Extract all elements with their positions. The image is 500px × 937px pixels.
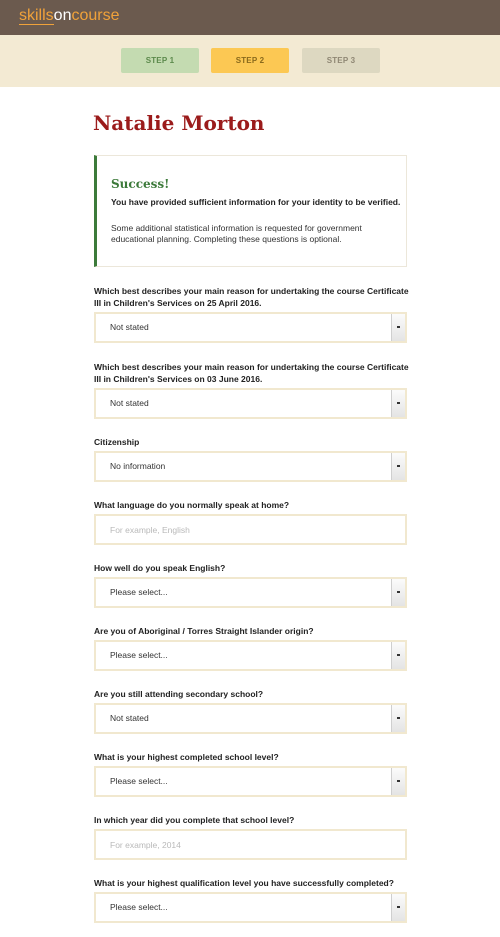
logo-course: course: [71, 7, 120, 24]
select-citizenship[interactable]: No information: [94, 451, 407, 482]
select-school-level[interactable]: Please select...: [94, 766, 407, 797]
logo-on: on: [53, 7, 72, 24]
question-label-citizenship: Citizenship: [94, 437, 140, 447]
step-1[interactable]: STEP 1: [121, 48, 199, 73]
select-value: Not stated: [110, 322, 149, 332]
language-input[interactable]: [96, 516, 405, 543]
dropdown-arrow-icon[interactable]: [391, 390, 405, 417]
steps-band: STEP 1 STEP 2 STEP 3: [0, 35, 500, 87]
page-title: Natalie Morton: [93, 111, 265, 135]
question-label-aboriginal: Are you of Aboriginal / Torres Straight …: [94, 626, 314, 636]
select-qualification[interactable]: Please select...: [94, 892, 407, 923]
year-input[interactable]: [96, 831, 405, 858]
select-value: Not stated: [110, 398, 149, 408]
dropdown-arrow-icon[interactable]: [391, 579, 405, 606]
dropdown-arrow-icon[interactable]: [391, 314, 405, 341]
step-3[interactable]: STEP 3: [302, 48, 380, 73]
select-aboriginal[interactable]: Please select...: [94, 640, 407, 671]
question-label-school-level: What is your highest completed school le…: [94, 752, 279, 762]
success-alert: Success! You have provided sufficient in…: [94, 155, 407, 267]
alert-title: Success!: [111, 177, 170, 191]
select-reason-2[interactable]: Not stated: [94, 388, 407, 419]
question-label-qualification: What is your highest qualification level…: [94, 878, 394, 888]
question-label-english: How well do you speak English?: [94, 563, 226, 573]
question-label-reason-2: Which best describes your main reason fo…: [94, 362, 409, 384]
select-reason-1[interactable]: Not stated: [94, 312, 407, 343]
select-value: Please select...: [110, 776, 168, 786]
question-label-year: In which year did you complete that scho…: [94, 815, 295, 825]
alert-strong-text: You have provided sufficient information…: [111, 197, 401, 207]
dropdown-arrow-icon[interactable]: [391, 642, 405, 669]
dropdown-arrow-icon[interactable]: [391, 768, 405, 795]
step-2[interactable]: STEP 2: [211, 48, 289, 73]
top-bar: skillsoncourse: [0, 0, 500, 35]
alert-text: Some additional statistical information …: [111, 223, 362, 244]
question-label-secondary: Are you still attending secondary school…: [94, 689, 264, 699]
logo[interactable]: skillsoncourse: [19, 6, 120, 26]
language-input-box: [94, 514, 407, 545]
select-english[interactable]: Please select...: [94, 577, 407, 608]
select-value: Please select...: [110, 587, 168, 597]
dropdown-arrow-icon[interactable]: [391, 894, 405, 921]
select-value: Not stated: [110, 713, 149, 723]
question-label-language: What language do you normally speak at h…: [94, 500, 290, 510]
logo-skills: skills: [19, 7, 54, 25]
select-value: No information: [110, 461, 166, 471]
select-value: Please select...: [110, 902, 168, 912]
question-label-reason-1: Which best describes your main reason fo…: [94, 286, 409, 308]
year-input-box: [94, 829, 407, 860]
dropdown-arrow-icon[interactable]: [391, 453, 405, 480]
dropdown-arrow-icon[interactable]: [391, 705, 405, 732]
select-value: Please select...: [110, 650, 168, 660]
select-secondary[interactable]: Not stated: [94, 703, 407, 734]
